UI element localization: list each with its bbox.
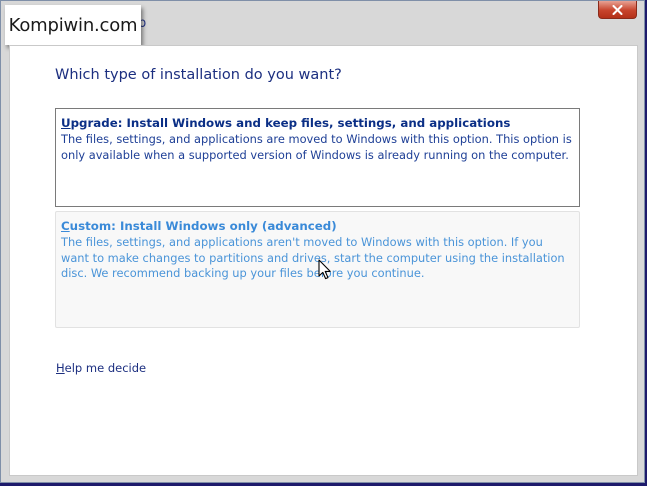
upgrade-option-title: Upgrade: Install Windows and keep files,… — [61, 115, 574, 131]
mouse-pointer-icon — [318, 259, 331, 280]
upgrade-title-text: pgrade: Install Windows and keep files, … — [70, 116, 511, 130]
setup-window: p Kompiwin.com Which type of installatio… — [0, 0, 645, 483]
help-me-decide-link[interactable]: Help me decide — [56, 361, 146, 375]
help-access-key: H — [56, 361, 65, 375]
close-button[interactable] — [598, 1, 637, 19]
upgrade-option[interactable]: Upgrade: Install Windows and keep files,… — [55, 108, 580, 207]
upgrade-access-key: U — [61, 116, 71, 130]
page-title: Which type of installation do you want? — [55, 67, 342, 83]
help-link-text: elp me decide — [64, 361, 147, 375]
custom-access-key: C — [61, 219, 70, 233]
custom-option-title: Custom: Install Windows only (advanced) — [61, 218, 574, 234]
watermark-logo: Kompiwin.com — [5, 5, 141, 45]
custom-title-text: ustom: Install Windows only (advanced) — [69, 219, 337, 233]
upgrade-option-description: The files, settings, and applications ar… — [61, 132, 572, 162]
close-icon — [612, 4, 623, 15]
